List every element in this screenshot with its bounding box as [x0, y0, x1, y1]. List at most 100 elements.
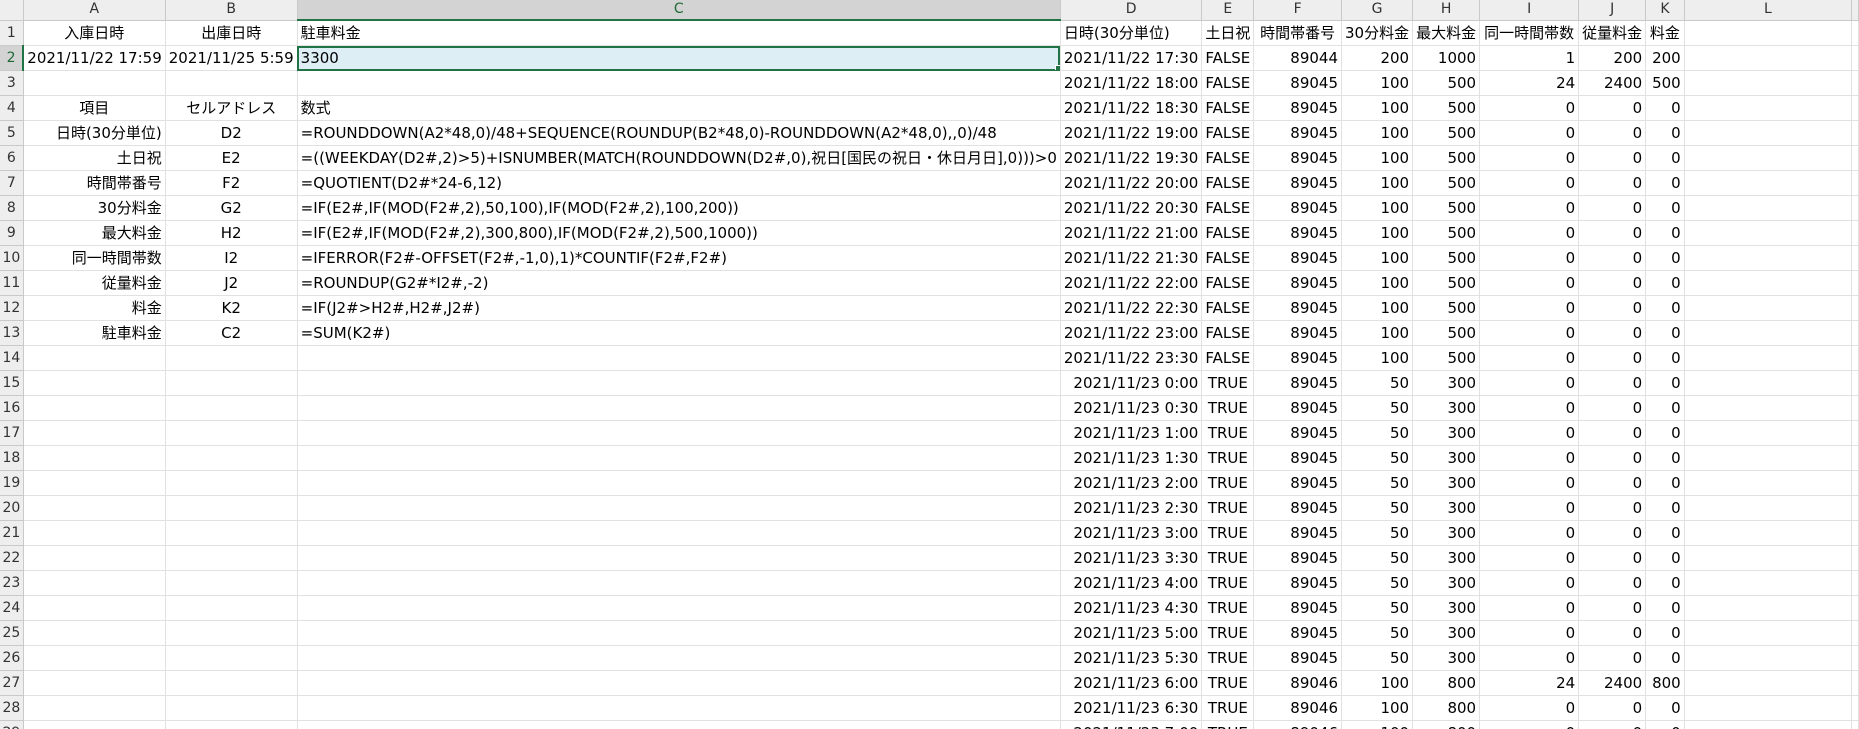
cell-i4[interactable]: 0 — [1479, 95, 1580, 121]
cell-g29[interactable]: 100 — [1341, 720, 1414, 729]
empty-cell[interactable] — [1851, 120, 1859, 146]
cell-f13[interactable]: 89045 — [1253, 320, 1342, 346]
cell-a7[interactable]: 時間帯番号 — [23, 170, 166, 196]
empty-cell[interactable] — [1851, 245, 1859, 271]
cell-a4[interactable]: 項目 — [23, 95, 166, 121]
cell-g5[interactable]: 100 — [1341, 120, 1414, 146]
row-header[interactable]: 13 — [0, 320, 24, 346]
cell-j29[interactable]: 0 — [1578, 720, 1647, 729]
cell-b4[interactable]: セルアドレス — [165, 95, 298, 121]
cell-f28[interactable]: 89046 — [1253, 695, 1342, 721]
cell-e3[interactable]: FALSE — [1201, 70, 1255, 96]
cell-e29[interactable]: TRUE — [1201, 720, 1255, 729]
empty-cell[interactable] — [1851, 220, 1859, 246]
cell-c11[interactable]: =ROUNDUP(G2#*I2#,-2) — [297, 270, 1061, 296]
cell-h10[interactable]: 500 — [1412, 245, 1481, 271]
cell-i17[interactable]: 0 — [1479, 420, 1580, 446]
cell-e14[interactable]: FALSE — [1201, 345, 1255, 371]
column-header-b[interactable]: B — [165, 0, 298, 21]
cell-g14[interactable]: 100 — [1341, 345, 1414, 371]
cell-h14[interactable]: 500 — [1412, 345, 1481, 371]
cell-b14[interactable] — [165, 345, 298, 371]
column-header-e[interactable]: E — [1201, 0, 1255, 21]
cell-f6[interactable]: 89045 — [1253, 145, 1342, 171]
cell-g25[interactable]: 50 — [1341, 620, 1414, 646]
empty-cell[interactable] — [1851, 370, 1859, 396]
cell-g4[interactable]: 100 — [1341, 95, 1414, 121]
empty-cell[interactable] — [1851, 170, 1859, 196]
row-header[interactable]: 15 — [0, 370, 24, 396]
cell-c5[interactable]: =ROUNDDOWN(A2*48,0)/48+SEQUENCE(ROUNDUP(… — [297, 120, 1061, 146]
row-header[interactable]: 4 — [0, 95, 24, 121]
cell-g26[interactable]: 50 — [1341, 645, 1414, 671]
cell-j18[interactable]: 0 — [1578, 445, 1647, 471]
column-header-d[interactable]: D — [1060, 0, 1203, 21]
cell-l12[interactable] — [1684, 295, 1853, 321]
cell-g10[interactable]: 100 — [1341, 245, 1414, 271]
cell-f25[interactable]: 89045 — [1253, 620, 1342, 646]
cell-l18[interactable] — [1684, 445, 1853, 471]
cell-i22[interactable]: 0 — [1479, 545, 1580, 571]
cell-b25[interactable] — [165, 620, 298, 646]
empty-cell[interactable] — [1851, 270, 1859, 296]
cell-j2[interactable]: 200 — [1578, 45, 1647, 71]
cell-i9[interactable]: 0 — [1479, 220, 1580, 246]
cell-k4[interactable]: 0 — [1645, 95, 1685, 121]
cell-k20[interactable]: 0 — [1645, 495, 1685, 521]
cell-f21[interactable]: 89045 — [1253, 520, 1342, 546]
cell-a5[interactable]: 日時(30分単位) — [23, 120, 166, 146]
cell-f16[interactable]: 89045 — [1253, 395, 1342, 421]
column-header-l[interactable]: L — [1684, 0, 1853, 21]
cell-d27[interactable]: 2021/11/23 6:00 — [1060, 670, 1203, 696]
empty-cell[interactable] — [1851, 595, 1859, 621]
row-header[interactable]: 18 — [0, 445, 24, 471]
cell-l14[interactable] — [1684, 345, 1853, 371]
cell-l21[interactable] — [1684, 520, 1853, 546]
row-header[interactable]: 9 — [0, 220, 24, 246]
cell-e2[interactable]: FALSE — [1201, 45, 1255, 71]
cell-k12[interactable]: 0 — [1645, 295, 1685, 321]
select-all-corner[interactable] — [0, 0, 24, 21]
cell-h13[interactable]: 500 — [1412, 320, 1481, 346]
cell-c23[interactable] — [297, 570, 1061, 596]
row-header[interactable]: 7 — [0, 170, 24, 196]
cell-h7[interactable]: 500 — [1412, 170, 1481, 196]
cell-k23[interactable]: 0 — [1645, 570, 1685, 596]
cell-i2[interactable]: 1 — [1479, 45, 1580, 71]
cell-c12[interactable]: =IF(J2#>H2#,H2#,J2#) — [297, 295, 1061, 321]
cell-h8[interactable]: 500 — [1412, 195, 1481, 221]
cell-c7[interactable]: =QUOTIENT(D2#*24-6,12) — [297, 170, 1061, 196]
cell-d8[interactable]: 2021/11/22 20:30 — [1060, 195, 1203, 221]
empty-cell[interactable] — [1851, 295, 1859, 321]
cell-l16[interactable] — [1684, 395, 1853, 421]
cell-h12[interactable]: 500 — [1412, 295, 1481, 321]
cell-i11[interactable]: 0 — [1479, 270, 1580, 296]
row-header[interactable]: 29 — [0, 720, 24, 729]
cell-c25[interactable] — [297, 620, 1061, 646]
empty-cell[interactable] — [1851, 345, 1859, 371]
cell-j26[interactable]: 0 — [1578, 645, 1647, 671]
column-header-k[interactable]: K — [1645, 0, 1685, 21]
cell-j10[interactable]: 0 — [1578, 245, 1647, 271]
cell-h1[interactable]: 最大料金 — [1412, 20, 1481, 46]
cell-h11[interactable]: 500 — [1412, 270, 1481, 296]
cell-j16[interactable]: 0 — [1578, 395, 1647, 421]
cell-k18[interactable]: 0 — [1645, 445, 1685, 471]
cell-b29[interactable] — [165, 720, 298, 729]
row-header[interactable]: 11 — [0, 270, 24, 296]
cell-g16[interactable]: 50 — [1341, 395, 1414, 421]
cell-b17[interactable] — [165, 420, 298, 446]
empty-cell[interactable] — [1851, 420, 1859, 446]
cell-e9[interactable]: FALSE — [1201, 220, 1255, 246]
cell-k1[interactable]: 料金 — [1645, 20, 1685, 46]
empty-cell[interactable] — [1851, 520, 1859, 546]
cell-k21[interactable]: 0 — [1645, 520, 1685, 546]
cell-g9[interactable]: 100 — [1341, 220, 1414, 246]
cell-j25[interactable]: 0 — [1578, 620, 1647, 646]
cell-g8[interactable]: 100 — [1341, 195, 1414, 221]
row-header[interactable]: 10 — [0, 245, 24, 271]
cell-k28[interactable]: 0 — [1645, 695, 1685, 721]
cell-h15[interactable]: 300 — [1412, 370, 1481, 396]
cell-l19[interactable] — [1684, 470, 1853, 496]
cell-e16[interactable]: TRUE — [1201, 395, 1255, 421]
